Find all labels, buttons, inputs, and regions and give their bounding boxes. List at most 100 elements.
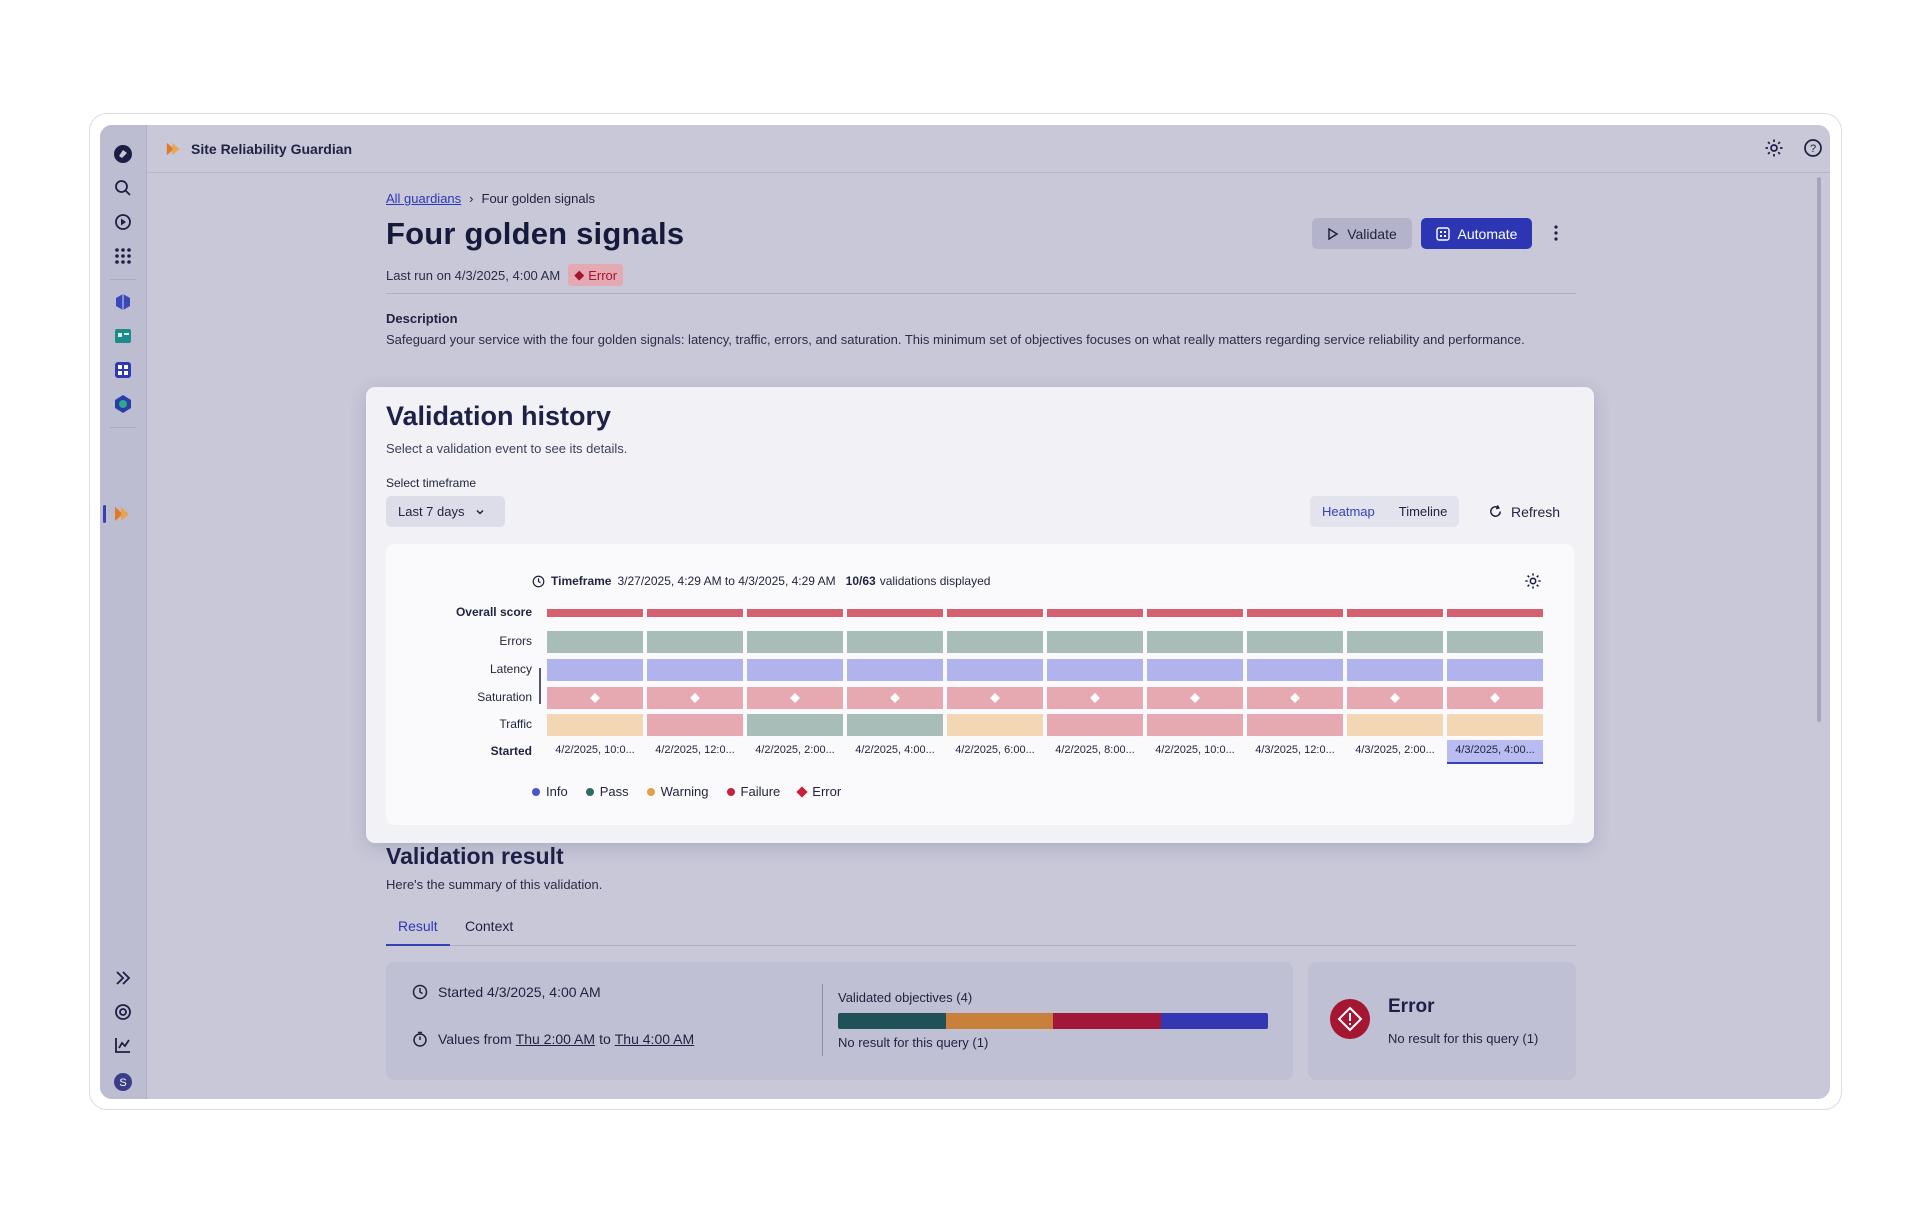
error-diamond-icon (1490, 693, 1500, 703)
heatmap-cell[interactable] (647, 714, 743, 736)
legend-label: Info (546, 784, 568, 799)
heatmap-cell[interactable] (747, 609, 843, 617)
heatmap-cell[interactable] (847, 659, 943, 681)
expand-icon[interactable] (112, 967, 134, 989)
view-heatmap-button[interactable]: Heatmap (1310, 504, 1387, 519)
heatmap-column-start[interactable]: 4/3/2025, 12:0... (1247, 740, 1343, 764)
heatmap-cell[interactable] (847, 631, 943, 653)
help-icon[interactable]: ? (1803, 138, 1825, 160)
refresh-icon (1490, 505, 1501, 517)
heatmap-cell[interactable] (747, 714, 843, 736)
heatmap-cell[interactable] (1247, 714, 1343, 736)
heatmap-cell[interactable] (1147, 631, 1243, 653)
heatmap-cell[interactable] (747, 631, 843, 653)
heatmap-cell[interactable] (747, 659, 843, 681)
heatmap-cell[interactable] (947, 609, 1043, 617)
kubernetes-app-icon[interactable] (112, 393, 134, 415)
tab-context[interactable]: Context (453, 916, 525, 946)
timeframe-select[interactable]: Last 7 days (386, 496, 505, 527)
heatmap-cell[interactable] (1447, 687, 1543, 709)
heatmap-row-label: Traffic (499, 717, 532, 731)
heatmap-cell[interactable] (1247, 659, 1343, 681)
heatmap-cell[interactable] (1247, 609, 1343, 617)
heatmap-cell[interactable] (647, 609, 743, 617)
heatmap-column-start[interactable]: 4/2/2025, 10:0... (1147, 740, 1243, 764)
heatmap-settings-gear-icon[interactable] (1524, 572, 1542, 595)
heatmap-cell[interactable] (1047, 609, 1143, 617)
values-range-row: Values from Thu 2:00 AM to Thu 4:00 AM (412, 1031, 694, 1047)
heatmap-cell[interactable] (947, 631, 1043, 653)
view-timeline-button[interactable]: Timeline (1387, 504, 1460, 519)
heatmap-cell[interactable] (547, 609, 643, 617)
heatmap-cell[interactable] (1347, 659, 1443, 681)
heatmap-cell[interactable] (747, 687, 843, 709)
settings-gear-icon[interactable] (1764, 138, 1786, 160)
heatmap-cell[interactable] (1347, 687, 1443, 709)
more-options-icon[interactable] (1546, 220, 1566, 246)
heatmap-cell[interactable] (1047, 687, 1143, 709)
tab-result[interactable]: Result (386, 916, 450, 946)
heatmap-cell[interactable] (847, 714, 943, 736)
chart-icon[interactable] (112, 1034, 134, 1056)
heatmap-cell[interactable] (547, 631, 643, 653)
heatmap-cell[interactable] (647, 659, 743, 681)
search-icon[interactable] (112, 177, 134, 199)
heatmap-cell[interactable] (847, 687, 943, 709)
automate-button[interactable]: Automate (1421, 218, 1532, 249)
notebook-app-icon[interactable] (112, 325, 134, 347)
heatmap-cell[interactable] (947, 659, 1043, 681)
heatmap-cell[interactable] (1147, 609, 1243, 617)
page-scrollbar[interactable] (1817, 177, 1821, 722)
heatmap-cell[interactable] (547, 714, 643, 736)
heatmap-cell[interactable] (1147, 687, 1243, 709)
error-summary-card: Error No result for this query (1) (1308, 962, 1576, 1080)
breadcrumb-link-all-guardians[interactable]: All guardians (386, 191, 461, 206)
dynatrace-logo-icon[interactable] (112, 143, 134, 165)
heatmap-column-start[interactable]: 4/2/2025, 8:00... (1047, 740, 1143, 764)
heatmap-cell[interactable] (1347, 609, 1443, 617)
heatmap-cell[interactable] (947, 714, 1043, 736)
dashboard-app-icon[interactable] (112, 359, 134, 381)
heatmap-cell[interactable] (1347, 714, 1443, 736)
legend-dot-icon (585, 787, 594, 796)
heatmap-cell[interactable] (1047, 659, 1143, 681)
heatmap-column-start[interactable]: 4/2/2025, 2:00... (747, 740, 843, 764)
values-from-link[interactable]: Thu 2:00 AM (516, 1031, 595, 1047)
heatmap-cell[interactable] (1447, 631, 1543, 653)
heatmap-column-start[interactable]: 4/3/2025, 4:00... (1447, 740, 1543, 764)
heatmap-column-start[interactable]: 4/2/2025, 6:00... (947, 740, 1043, 764)
heatmap-cell[interactable] (1147, 659, 1243, 681)
heatmap-cell[interactable] (547, 687, 643, 709)
heatmap-cell[interactable] (947, 687, 1043, 709)
heatmap-cell[interactable] (1047, 631, 1143, 653)
heatmap-column-start[interactable]: 4/2/2025, 4:00... (847, 740, 943, 764)
heatmap-column-start[interactable]: 4/2/2025, 12:0... (647, 740, 743, 764)
heatmap-cell[interactable] (547, 659, 643, 681)
heatmap-cell[interactable] (847, 609, 943, 617)
play-icon[interactable] (112, 211, 134, 233)
result-summary-card: Started 4/3/2025, 4:00 AM Values from Th… (386, 962, 1293, 1080)
guardian-app-icon[interactable] (112, 503, 134, 525)
heatmap-cell[interactable] (1447, 609, 1543, 617)
heatmap-cell[interactable] (1047, 714, 1143, 736)
heatmap-cell[interactable] (1247, 687, 1343, 709)
heatmap-cell[interactable] (1447, 659, 1543, 681)
refresh-button[interactable]: Refresh (1488, 496, 1560, 527)
heatmap-cell[interactable] (647, 631, 743, 653)
heatmap-cell[interactable] (1347, 631, 1443, 653)
apps-grid-icon[interactable] (112, 245, 134, 267)
cube-app-icon[interactable] (112, 291, 134, 313)
heatmap-column-start[interactable]: 4/3/2025, 2:00... (1347, 740, 1443, 764)
validate-button[interactable]: Validate (1312, 218, 1412, 249)
heatmap-cell[interactable] (1447, 714, 1543, 736)
heatmap-column-start[interactable]: 4/2/2025, 10:0... (547, 740, 643, 764)
values-to-link[interactable]: Thu 4:00 AM (615, 1031, 694, 1047)
objective-segment (945, 1013, 1053, 1029)
legend-dot-icon (726, 787, 735, 796)
timeframe-label: Select timeframe (386, 476, 477, 490)
user-avatar[interactable]: S (112, 1071, 134, 1093)
heatmap-cell[interactable] (1247, 631, 1343, 653)
heatmap-cell[interactable] (1147, 714, 1243, 736)
help-lifebuoy-icon[interactable] (112, 1001, 134, 1023)
heatmap-cell[interactable] (647, 687, 743, 709)
